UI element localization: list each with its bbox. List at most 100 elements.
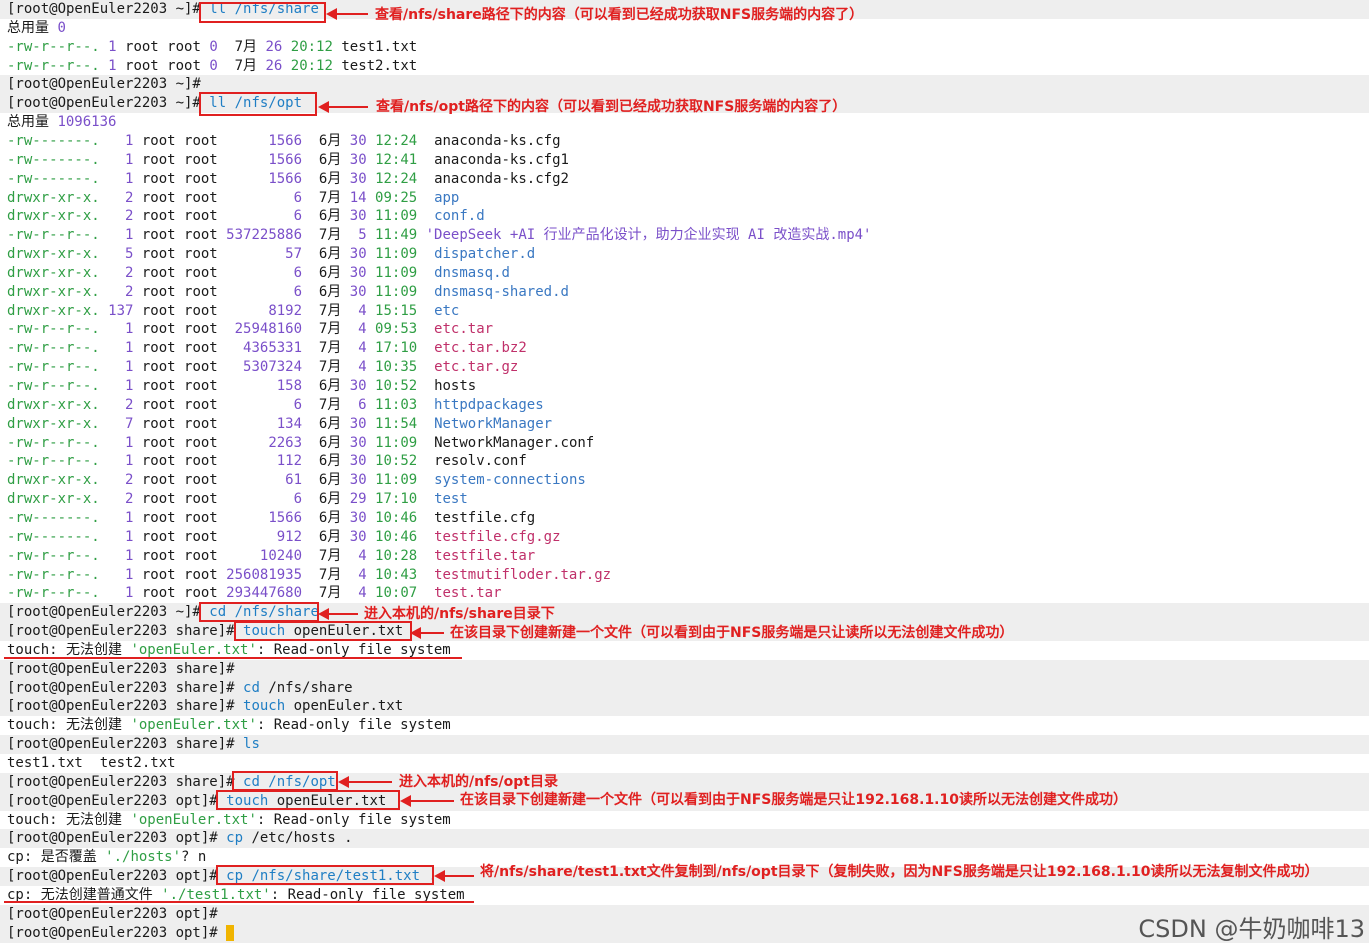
command-text: touch (243, 698, 294, 715)
arrow-4 (410, 627, 444, 639)
output-text: 1 (125, 566, 142, 583)
output-text: root root (141, 170, 269, 187)
output-text: drwxr-xr-x. (7, 415, 126, 432)
output-text: 2 (125, 264, 142, 281)
output-text: 6月 (310, 415, 350, 432)
output-text: etc.tar.gz (434, 359, 519, 376)
output-text: /etc/hosts . (251, 830, 353, 847)
output-text: 6月 (310, 434, 350, 451)
output-text: test1.txt test2.txt (7, 755, 176, 771)
output-text: 4 (358, 321, 376, 338)
output-text: touch: 无法创建 (7, 717, 131, 734)
terminal-line: [root@OpenEuler2203 share]# ls (0, 735, 1369, 755)
command-text: cp (226, 830, 252, 847)
output-text: 7月 (226, 38, 266, 55)
output-text: 10240 (259, 547, 311, 564)
highlight-box-ll-opt (199, 92, 317, 116)
output-text: etc (434, 302, 460, 319)
output-text: 5 (125, 246, 142, 263)
output-text: 7月 (310, 396, 359, 413)
arrow-5 (338, 776, 392, 788)
output-text: 12:24 (375, 170, 435, 187)
shell-prompt: [root@OpenEuler2203 share]# (7, 679, 244, 696)
terminal-line: -rw-r--r--. 1 root root 2263 6月 30 11:09… (0, 434, 1369, 453)
output-text: 30 (349, 208, 376, 225)
output-text: 1 (125, 359, 142, 376)
terminal-line: -rw-r--r--. 1 root root 256081935 7月 4 1… (0, 566, 1369, 585)
output-text: anaconda-ks.cfg (434, 132, 561, 149)
output-text: 1 (125, 434, 142, 451)
output-text: 29 (349, 491, 376, 508)
output-text: 1 (125, 170, 142, 187)
shell-prompt: [root@OpenEuler2203 opt]# (7, 830, 227, 847)
output-text: 20:12 (290, 38, 342, 55)
output-text: root root (141, 151, 269, 168)
output-text: drwxr-xr-x. (7, 283, 126, 300)
output-text: root root (141, 264, 294, 281)
output-text: dnsmasq-shared.d (434, 283, 569, 300)
output-text: drwxr-xr-x. (7, 246, 126, 263)
output-text: 7月 (310, 585, 359, 602)
output-text: 4 (358, 359, 376, 376)
output-text: 10:43 (375, 566, 435, 583)
output-text: 6月 (310, 246, 350, 263)
output-text: 6月 (310, 378, 350, 394)
output-text: 61 (285, 472, 311, 489)
output-text: 1 (125, 151, 142, 168)
output-text: 14 (349, 189, 376, 206)
output-text: root root (141, 472, 286, 489)
output-text: test.tar (434, 585, 502, 602)
terminal-line: [root@OpenEuler2203 opt]# cp /etc/hosts … (0, 829, 1369, 849)
output-text: root root (141, 246, 286, 263)
terminal-line: drwxr-xr-x. 2 root root 6 6月 29 17:10 te… (0, 490, 1369, 509)
output-text: 6月 (310, 491, 350, 508)
output-text: root root (141, 585, 227, 602)
output-text: 7月 (310, 547, 359, 564)
output-text: 1566 (268, 509, 311, 526)
terminal-line: drwxr-xr-x. 2 root root 6 6月 30 11:09 co… (0, 207, 1369, 226)
shell-prompt: [root@OpenEuler2203 ~]# (7, 1, 210, 17)
output-text: 1 (125, 227, 142, 244)
terminal-line: -rw-r--r--. 1 root root 112 6月 30 10:52 … (0, 452, 1369, 471)
terminal-line: drwxr-xr-x. 7 root root 134 6月 30 11:54 … (0, 415, 1369, 434)
terminal-line: -rw-------. 1 root root 1566 6月 30 12:41… (0, 151, 1369, 170)
annotation-note-1: 查看/nfs/share路径下的内容（可以看到已经成功获取NFS服务端的内容了） (375, 7, 864, 23)
output-text: root root (125, 57, 210, 74)
shell-prompt: [root@OpenEuler2203 opt]# (7, 792, 227, 809)
output-text: resolv.conf (434, 453, 527, 470)
output-text: : Read-only file system (256, 641, 451, 658)
command-text: ls (243, 736, 260, 753)
output-text: root root (141, 378, 277, 394)
output-text: 11:09 (375, 283, 435, 300)
terminal-line: -rw-------. 1 root root 912 6月 30 10:46 … (0, 528, 1369, 547)
terminal-line: test1.txt test2.txt (0, 754, 1369, 773)
output-text: /nfs/share (268, 679, 353, 696)
output-text: 10:35 (375, 359, 435, 376)
output-text: drwxr-xr-x. (7, 472, 126, 489)
output-text: 6月 (310, 283, 350, 300)
output-text: 1 (108, 38, 126, 55)
output-text: 0 (209, 57, 227, 74)
output-text: anaconda-ks.cfg2 (434, 170, 569, 187)
output-text: root root (141, 302, 269, 319)
terminal-line: -rw-------. 1 root root 1566 6月 30 12:24… (0, 170, 1369, 189)
output-text: anaconda-ks.cfg1 (434, 151, 569, 168)
output-text: 10:52 (375, 378, 435, 394)
output-text: 11:09 (375, 472, 435, 489)
output-text: 4 (358, 585, 376, 602)
output-text: 6 (293, 283, 311, 300)
output-text: openEuler.txt (293, 698, 404, 715)
output-text: 6 (293, 208, 311, 225)
output-text: 1 (108, 57, 126, 74)
output-text: system-connections (434, 472, 586, 489)
output-text: 2 (125, 396, 142, 413)
output-text: 30 (349, 415, 376, 432)
terminal-line: -rw-r--r--. 1 root root 5307324 7月 4 10:… (0, 358, 1369, 377)
output-text: 09:53 (375, 321, 435, 338)
annotation-note-2: 查看/nfs/opt路径下的内容（可以看到已经成功获取NFS服务端的内容了） (376, 99, 847, 115)
output-text: 7月 (226, 57, 266, 74)
output-text: 0 (209, 38, 227, 55)
output-text: 6月 (310, 208, 350, 225)
output-text: 6月 (310, 453, 350, 470)
output-text: 2 (125, 283, 142, 300)
